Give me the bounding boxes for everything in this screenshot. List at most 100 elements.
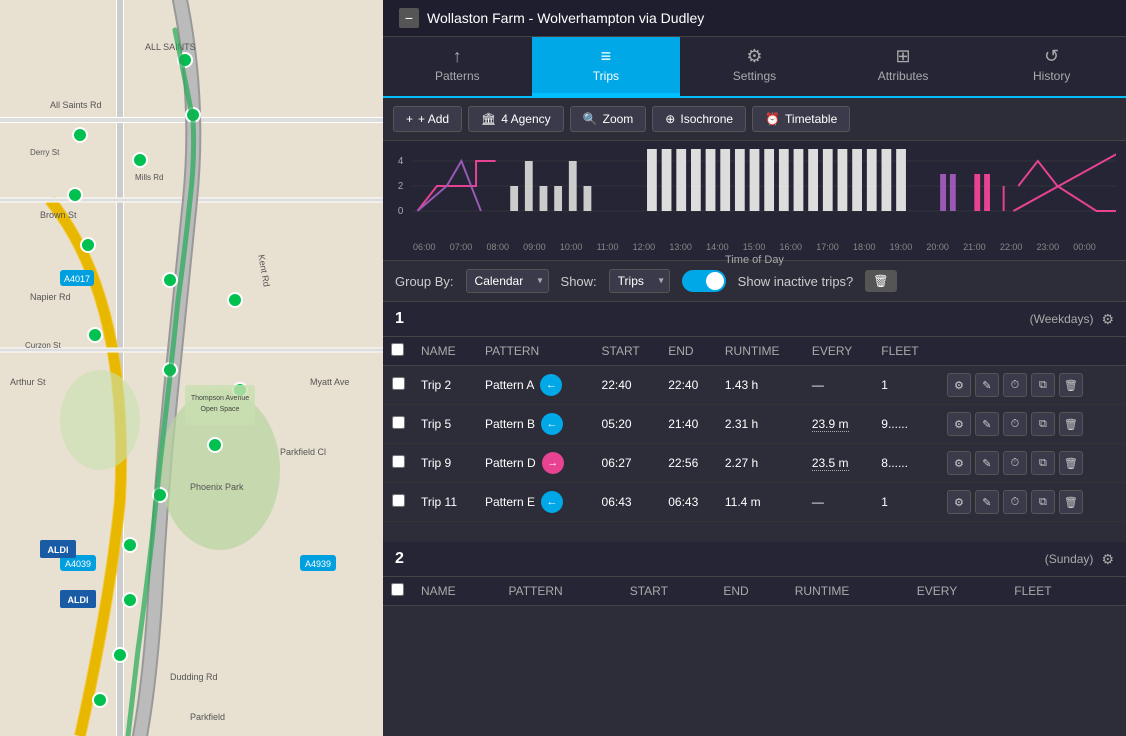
header-actions <box>939 337 1126 366</box>
tab-patterns[interactable]: ↑ Patterns <box>383 37 532 96</box>
timetable-button[interactable]: ⏰ Timetable <box>752 106 850 132</box>
header-pattern: PATTERN <box>477 337 594 366</box>
trip11-copy-btn[interactable]: ⧉ <box>1031 490 1055 514</box>
trip9-settings-btn[interactable]: ⚙ <box>947 451 971 475</box>
group2-settings-button[interactable]: ⚙ <box>1101 551 1114 568</box>
trip2-clock-btn[interactable]: ⏱ <box>1003 373 1027 397</box>
tab-trips[interactable]: ≡ Trips <box>532 37 681 96</box>
header-fleet: FLEET <box>873 337 939 366</box>
svg-text:A4017: A4017 <box>64 274 90 284</box>
svg-text:Mills Rd: Mills Rd <box>135 173 163 182</box>
svg-text:Thompson Avenue: Thompson Avenue <box>191 395 249 402</box>
chart-area: 4 2 0 <box>383 141 1126 261</box>
group-by-select[interactable]: Calendar <box>466 269 549 293</box>
svg-text:Arthur St: Arthur St <box>10 377 46 387</box>
trip11-fleet: 1 <box>873 483 939 522</box>
group2-number: 2 <box>395 550 404 568</box>
svg-text:ALL SAINTS: ALL SAINTS <box>145 42 196 52</box>
inactive-label: Show inactive trips? <box>738 274 854 289</box>
trips-icon: ≡ <box>601 47 612 65</box>
trip11-settings-btn[interactable]: ⚙ <box>947 490 971 514</box>
group-by-select-wrapper: Calendar <box>466 269 549 293</box>
trip2-edit-btn[interactable]: ✎ <box>975 373 999 397</box>
table-row: Trip 11 Pattern E ← 06:43 06:43 11.4 m —… <box>383 483 1126 522</box>
header2-runtime: RUNTIME <box>787 577 909 606</box>
agency-icon: 🏛 <box>481 112 496 126</box>
title-bar: − Wollaston Farm - Wolverhampton via Dud… <box>383 0 1126 37</box>
agency-button[interactable]: 🏛 4 Agency <box>468 106 564 132</box>
trip2-copy-btn[interactable]: ⧉ <box>1031 373 1055 397</box>
trip11-name: Trip 11 <box>413 483 477 522</box>
trip5-delete-btn[interactable]: 🗑 <box>1059 412 1083 436</box>
show-select-wrapper: Trips <box>609 269 670 293</box>
trip5-edit-btn[interactable]: ✎ <box>975 412 999 436</box>
trip9-every-value[interactable]: 23.5 m <box>812 456 849 471</box>
trip2-actions: ⚙ ✎ ⏱ ⧉ 🗑 <box>939 366 1126 405</box>
patterns-icon: ↑ <box>453 47 462 65</box>
minimize-button[interactable]: − <box>399 8 419 28</box>
map-area: All Saints Rd ALL SAINTS Brown St Napier… <box>0 0 383 736</box>
trip11-every: — <box>804 483 873 522</box>
svg-text:Myatt Ave: Myatt Ave <box>310 377 349 387</box>
select-all-checkbox[interactable] <box>391 343 404 356</box>
tab-settings[interactable]: ⚙ Settings <box>680 37 829 96</box>
svg-text:A4039: A4039 <box>65 559 91 569</box>
trip9-clock-btn[interactable]: ⏱ <box>1003 451 1027 475</box>
route-title: Wollaston Farm - Wolverhampton via Dudle… <box>427 10 704 26</box>
group1-settings-button[interactable]: ⚙ <box>1101 311 1114 328</box>
group1-number: 1 <box>395 310 404 328</box>
svg-text:Curzon St: Curzon St <box>25 341 61 350</box>
trip5-actions: ⚙ ✎ ⏱ ⧉ 🗑 <box>939 405 1126 444</box>
trip11-delete-btn[interactable]: 🗑 <box>1059 490 1083 514</box>
zoom-icon: 🔍 <box>583 112 598 126</box>
svg-text:Phoenix Park: Phoenix Park <box>190 482 244 492</box>
zoom-button[interactable]: 🔍 Zoom <box>570 106 647 132</box>
trip9-copy-btn[interactable]: ⧉ <box>1031 451 1055 475</box>
trip2-checkbox[interactable] <box>392 377 405 390</box>
tab-attributes[interactable]: ⊞ Attributes <box>829 37 978 96</box>
trip9-runtime: 2.27 h <box>717 444 804 483</box>
trip5-copy-btn[interactable]: ⧉ <box>1031 412 1055 436</box>
trip5-pattern: Pattern B ← <box>477 405 594 444</box>
trip9-delete-btn[interactable]: 🗑 <box>1059 451 1083 475</box>
row-checkbox-cell <box>383 366 413 405</box>
trip9-checkbox[interactable] <box>392 455 405 468</box>
trip11-runtime: 11.4 m <box>717 483 804 522</box>
trip11-edit-btn[interactable]: ✎ <box>975 490 999 514</box>
svg-text:2: 2 <box>398 181 403 192</box>
header-every: EVERY <box>804 337 873 366</box>
trip2-delete-btn[interactable]: 🗑 <box>1059 373 1083 397</box>
trip2-settings-btn[interactable]: ⚙ <box>947 373 971 397</box>
table-row: Trip 2 Pattern A ← 22:40 22:40 1.43 h — … <box>383 366 1126 405</box>
table-row: Trip 5 Pattern B ← 05:20 21:40 2.31 h 23… <box>383 405 1126 444</box>
trip5-every-value[interactable]: 23.9 m <box>812 417 849 432</box>
tab-history[interactable]: ↺ History <box>977 37 1126 96</box>
svg-text:A4939: A4939 <box>305 559 331 569</box>
trip2-runtime: 1.43 h <box>717 366 804 405</box>
trip5-runtime: 2.31 h <box>717 405 804 444</box>
inactive-trips-toggle[interactable] <box>682 270 726 292</box>
trip9-edit-btn[interactable]: ✎ <box>975 451 999 475</box>
show-select[interactable]: Trips <box>609 269 670 293</box>
tab-bar: ↑ Patterns ≡ Trips ⚙ Settings ⊞ Attribut… <box>383 37 1126 98</box>
trip9-pattern: Pattern D → <box>477 444 594 483</box>
header2-name: NAME <box>413 577 500 606</box>
add-button[interactable]: + + Add <box>393 106 462 132</box>
trip11-end: 06:43 <box>660 483 717 522</box>
controls-row: Group By: Calendar Show: Trips Show inac… <box>383 261 1126 302</box>
trip11-checkbox[interactable] <box>392 494 405 507</box>
trip5-settings-btn[interactable]: ⚙ <box>947 412 971 436</box>
delete-button[interactable]: 🗑 <box>865 270 896 292</box>
trip9-arrow: → <box>542 452 564 474</box>
trip11-pattern: Pattern E ← <box>477 483 594 522</box>
trip9-actions: ⚙ ✎ ⏱ ⧉ 🗑 <box>939 444 1126 483</box>
isochrone-button[interactable]: ⊕ Isochrone <box>652 106 746 132</box>
trip5-checkbox[interactable] <box>392 416 405 429</box>
svg-text:4: 4 <box>398 156 404 167</box>
select-all-checkbox-2[interactable] <box>391 583 404 596</box>
trip11-clock-btn[interactable]: ⏱ <box>1003 490 1027 514</box>
trip9-fleet: 8...... <box>873 444 939 483</box>
header-start: START <box>594 337 661 366</box>
trip5-clock-btn[interactable]: ⏱ <box>1003 412 1027 436</box>
row-checkbox-cell <box>383 405 413 444</box>
